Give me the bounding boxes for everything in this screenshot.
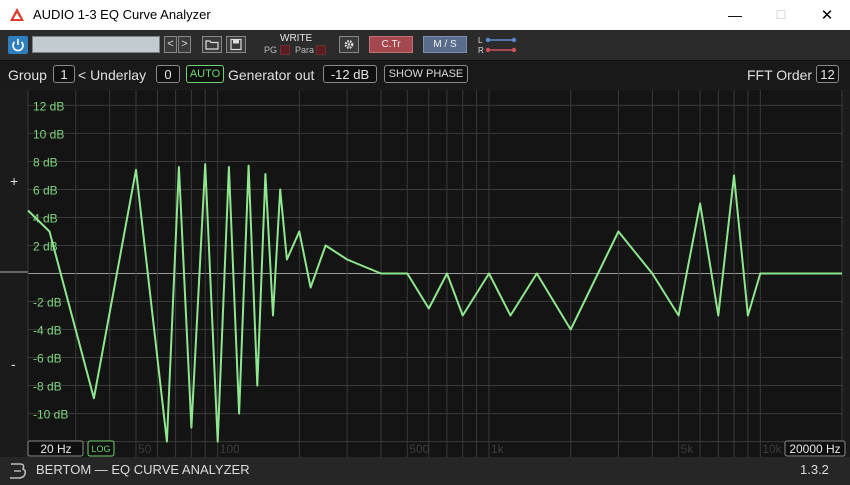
zoom-out-button[interactable]: -: [11, 356, 16, 372]
power-button[interactable]: [8, 36, 28, 54]
footer-bar: BERTOM — EQ CURVE ANALYZER 1.3.2: [0, 457, 850, 485]
db-axis-label: -8 dB: [33, 380, 62, 394]
auto-button[interactable]: AUTO: [186, 65, 224, 83]
plugin-toolbar: < > WRITE PG Para C.Tr M / S L R: [0, 30, 850, 61]
para-write-toggle[interactable]: [316, 45, 326, 55]
gear-icon: [344, 40, 354, 49]
db-axis-label: -10 dB: [33, 408, 68, 422]
app-logo-icon: [10, 8, 24, 21]
routing-icon: L R: [478, 36, 517, 55]
power-icon: [12, 39, 24, 52]
channel-routing[interactable]: L R: [476, 34, 520, 56]
save-icon: [230, 38, 242, 51]
eq-curve-chart[interactable]: 12 dB10 dB8 dB6 dB4 dB2 dB-2 dB-4 dB-6 d…: [0, 90, 850, 457]
preset-prev-button[interactable]: <: [164, 36, 177, 53]
eq-curve-plot[interactable]: 12 dB 10 dB 8 dB 6 dB 4 dB 2 dB -2 dB -4 dB -6 d…: [0, 90, 850, 457]
freq-axis-label: 5k: [681, 442, 695, 456]
settings-button[interactable]: [339, 36, 359, 53]
db-axis-label: -2 dB: [33, 296, 62, 310]
open-preset-button[interactable]: [202, 36, 222, 53]
zoom-in-button[interactable]: +: [10, 173, 18, 189]
group-label: Group: [8, 67, 47, 83]
generator-label: Generator out: [228, 67, 315, 83]
db-axis-label: -4 dB: [33, 324, 62, 338]
freq-axis-label: 10k: [762, 442, 782, 456]
group-field[interactable]: 1: [53, 65, 75, 83]
maximize-button[interactable]: ☐: [758, 0, 804, 30]
close-button[interactable]: ✕: [804, 0, 850, 30]
save-preset-button[interactable]: [226, 36, 246, 53]
fft-order-label: FFT Order: [747, 67, 813, 83]
preset-next-button[interactable]: >: [178, 36, 191, 53]
db-axis-label: 8 dB: [33, 155, 58, 169]
footer-brand: BERTOM — EQ CURVE ANALYZER: [36, 462, 250, 477]
svg-text:L: L: [478, 36, 483, 45]
freq-axis-label: 1k: [491, 442, 505, 456]
max-frequency-label: 20000 Hz: [789, 442, 840, 456]
underlay-field[interactable]: 0: [156, 65, 180, 83]
preset-name-field[interactable]: [32, 36, 160, 53]
db-axis-label: -6 dB: [33, 352, 62, 366]
svg-text:R: R: [478, 46, 484, 55]
para-label: Para: [295, 45, 315, 55]
db-axis-label: 12 dB: [33, 99, 64, 113]
analyzer-controls: Group 1 < Underlay 0 AUTO Generator out …: [0, 61, 850, 89]
folder-icon: [205, 40, 219, 50]
freq-axis-label: 100: [220, 442, 240, 456]
ctr-button[interactable]: C.Tr: [369, 36, 413, 53]
bertom-logo-icon: [10, 463, 27, 479]
log-scale-label: LOG: [91, 444, 110, 454]
window-title: AUDIO 1-3 EQ Curve Analyzer: [33, 7, 211, 22]
gain-scale-strip: [0, 90, 28, 457]
freq-axis-label: 500: [409, 442, 429, 456]
underlay-label: < Underlay: [78, 67, 147, 83]
freq-axis-label: 50: [138, 442, 152, 456]
pg-write-toggle[interactable]: [280, 45, 290, 55]
db-axis-label: 6 dB: [33, 183, 58, 197]
min-frequency-label: 20 Hz: [40, 442, 71, 456]
show-phase-button[interactable]: SHOW PHASE: [384, 65, 468, 83]
plot-right-strip: [842, 90, 850, 457]
minimize-button[interactable]: —: [712, 0, 758, 30]
eq-response-curve: [27, 163, 842, 443]
pg-label: PG: [264, 45, 278, 55]
footer-version: 1.3.2: [800, 462, 829, 477]
generator-output-field[interactable]: -12 dB: [323, 65, 377, 83]
title-bar: AUDIO 1-3 EQ Curve Analyzer — ☐ ✕: [0, 0, 850, 30]
write-label: WRITE: [280, 33, 313, 44]
fft-order-field[interactable]: 12: [816, 65, 839, 83]
ms-button[interactable]: M / S: [423, 36, 467, 53]
db-axis-label: 10 dB: [33, 127, 64, 141]
